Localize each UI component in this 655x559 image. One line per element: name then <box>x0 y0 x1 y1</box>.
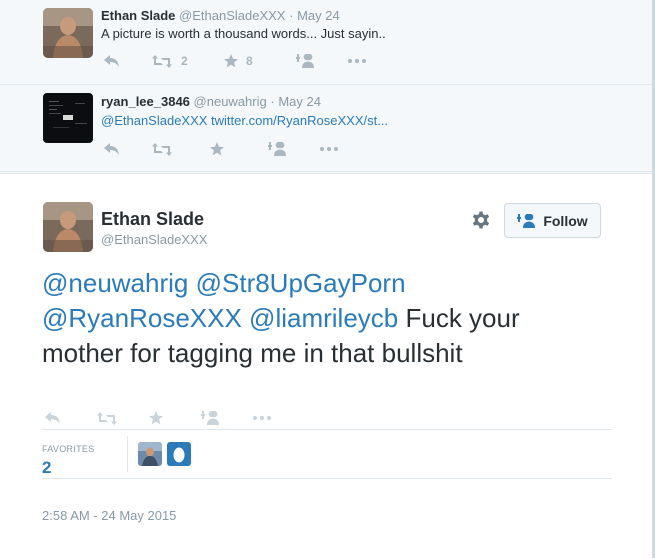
avatar-photo <box>43 93 93 143</box>
stats-divider <box>127 436 128 472</box>
follow-user-button[interactable] <box>268 142 320 156</box>
follow-user-button[interactable] <box>201 411 253 425</box>
avatar[interactable] <box>43 8 93 58</box>
mention-link[interactable]: @liamrileycb <box>249 303 398 333</box>
user-handle[interactable]: @EthanSladeXXX <box>179 8 285 23</box>
star-icon <box>149 411 163 425</box>
tweet-header: ryan_lee_3846 @neuwahrig · May 24 <box>101 94 321 109</box>
retweet-icon <box>152 142 172 156</box>
tweet-actions <box>45 411 283 425</box>
retweet-icon <box>152 54 172 68</box>
reply-button[interactable] <box>45 412 97 424</box>
avatar-photo <box>43 8 93 58</box>
favorites-label: FAVORITES <box>42 444 95 454</box>
star-icon <box>210 142 224 156</box>
favoriter-avatar[interactable] <box>138 442 162 466</box>
favorite-count: 8 <box>246 54 253 68</box>
reply-tweet[interactable]: ryan_lee_3846 @neuwahrig · May 24 @Ethan… <box>0 85 652 172</box>
follow-icon <box>517 213 536 228</box>
tweet-header: Ethan Slade @EthanSladeXXX · May 24 <box>101 8 340 23</box>
favorites-count[interactable]: 2 <box>42 458 51 478</box>
tweet-actions: 2 8 <box>104 54 378 68</box>
separator-dot: · <box>289 8 294 23</box>
mention-link[interactable]: @Str8UpGayPorn <box>196 268 406 298</box>
egg-icon <box>173 447 185 462</box>
favorite-button[interactable] <box>210 142 268 156</box>
follow-user-button[interactable] <box>296 54 348 68</box>
tweet-actions <box>104 142 350 156</box>
follow-icon <box>268 142 286 156</box>
user-name[interactable]: Ethan Slade <box>101 8 175 23</box>
more-icon <box>253 416 271 420</box>
tweet-timestamp[interactable]: 2:58 AM - 24 May 2015 <box>42 508 176 523</box>
more-button[interactable] <box>320 147 350 151</box>
retweet-icon <box>97 411 117 425</box>
follow-button[interactable]: Follow <box>504 203 601 238</box>
avatar[interactable] <box>43 93 93 143</box>
retweet-button[interactable] <box>152 142 210 156</box>
reply-icon <box>45 412 60 424</box>
tweet-conversation: Ethan Slade @EthanSladeXXX · May 24 A pi… <box>0 0 655 559</box>
user-name[interactable]: ryan_lee_3846 <box>101 94 190 109</box>
tweet-stats: FAVORITES 2 <box>42 429 612 479</box>
more-button[interactable] <box>253 416 283 420</box>
favoriter-avatar[interactable] <box>167 442 191 466</box>
user-handle[interactable]: @EthanSladeXXX <box>101 232 207 247</box>
tweet-date[interactable]: May 24 <box>278 94 321 109</box>
more-icon <box>348 59 366 63</box>
favorite-button[interactable]: 8 <box>224 54 296 68</box>
mention-link[interactable]: @RyanRoseXXX <box>42 303 242 333</box>
retweet-button[interactable]: 2 <box>152 54 224 68</box>
mention-link[interactable]: @neuwahrig <box>42 268 188 298</box>
follow-icon <box>201 411 219 425</box>
star-icon <box>224 54 238 68</box>
tweet-date[interactable]: May 24 <box>297 8 340 23</box>
reply-tweet[interactable]: Ethan Slade @EthanSladeXXX · May 24 A pi… <box>0 0 652 85</box>
more-button[interactable] <box>348 59 378 63</box>
reply-icon <box>104 143 119 155</box>
follow-icon <box>296 54 314 68</box>
reply-button[interactable] <box>104 55 152 67</box>
favoriter-avatar-photo <box>138 442 162 466</box>
gear-icon[interactable] <box>471 210 491 230</box>
user-name[interactable]: Ethan Slade <box>101 209 204 230</box>
avatar-photo <box>43 202 93 252</box>
tweet-text: @neuwahrig @Str8UpGayPorn @RyanRoseXXX @… <box>42 266 562 371</box>
favorite-button[interactable] <box>149 411 201 425</box>
reply-button[interactable] <box>104 143 152 155</box>
main-tweet: Ethan Slade @EthanSladeXXX Follow @neuwa… <box>0 173 652 559</box>
retweet-button[interactable] <box>97 411 149 425</box>
reply-icon <box>104 55 119 67</box>
tweet-link-text[interactable]: @EthanSladeXXX twitter.com/RyanRoseXXX/s… <box>101 113 388 128</box>
avatar[interactable] <box>43 202 93 252</box>
separator-dot: · <box>270 94 275 109</box>
user-handle[interactable]: @neuwahrig <box>194 94 267 109</box>
tweet-text: A picture is worth a thousand words... J… <box>101 26 386 41</box>
retweet-count: 2 <box>181 54 188 68</box>
more-icon <box>320 147 338 151</box>
follow-label: Follow <box>543 212 588 229</box>
